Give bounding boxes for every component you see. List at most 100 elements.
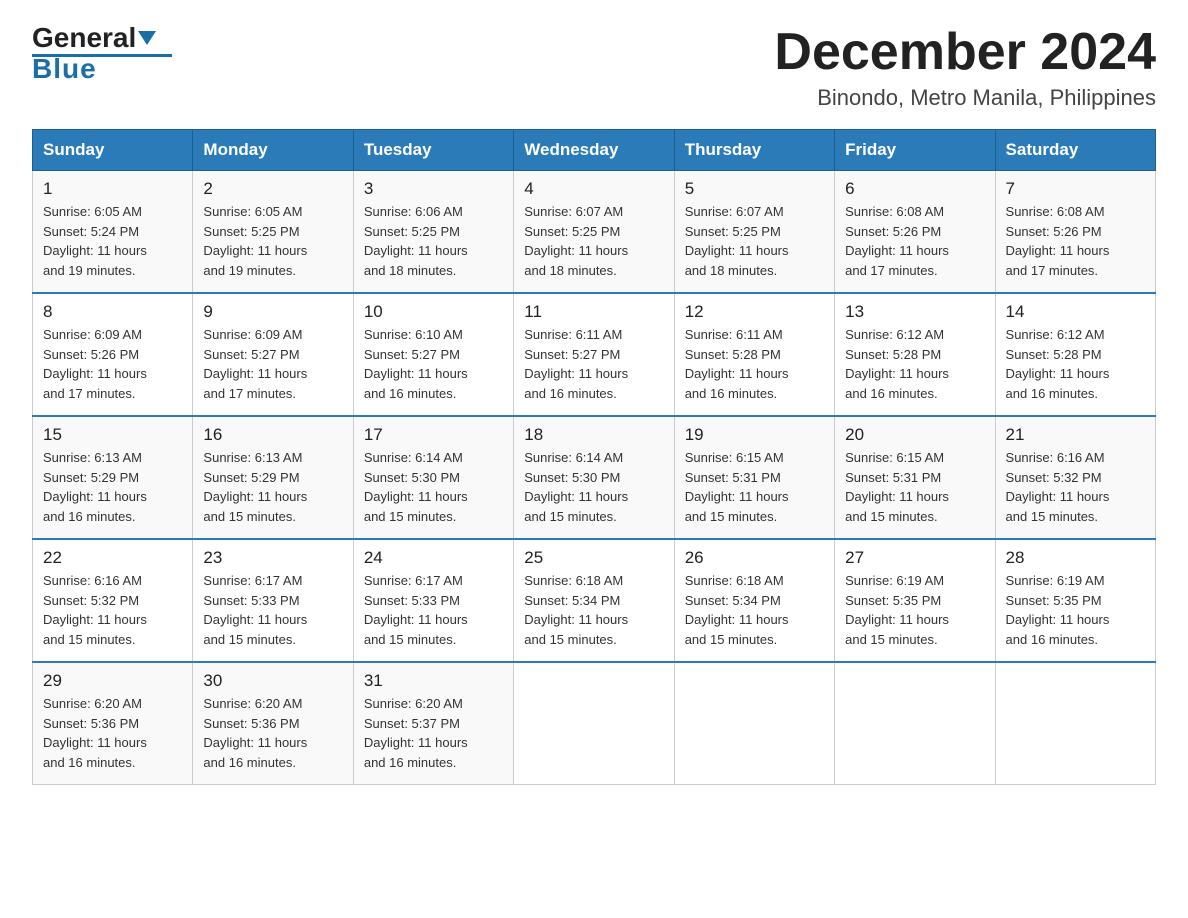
- calendar-cell: 26 Sunrise: 6:18 AMSunset: 5:34 PMDayligh…: [674, 539, 834, 662]
- calendar-week-row: 29 Sunrise: 6:20 AMSunset: 5:36 PMDayligh…: [33, 662, 1156, 785]
- logo-blue-text: Blue: [32, 53, 97, 85]
- page-title: December 2024: [774, 24, 1156, 81]
- day-number: 27: [845, 548, 984, 568]
- day-number: 15: [43, 425, 182, 445]
- logo: General Blue: [32, 24, 172, 85]
- day-info: Sunrise: 6:09 AMSunset: 5:26 PMDaylight:…: [43, 325, 182, 403]
- calendar-cell: 23 Sunrise: 6:17 AMSunset: 5:33 PMDayligh…: [193, 539, 353, 662]
- calendar-cell: 19 Sunrise: 6:15 AMSunset: 5:31 PMDayligh…: [674, 416, 834, 539]
- calendar-week-row: 15 Sunrise: 6:13 AMSunset: 5:29 PMDayligh…: [33, 416, 1156, 539]
- day-info: Sunrise: 6:08 AMSunset: 5:26 PMDaylight:…: [845, 202, 984, 280]
- day-number: 1: [43, 179, 182, 199]
- day-number: 28: [1006, 548, 1145, 568]
- day-number: 4: [524, 179, 663, 199]
- day-number: 11: [524, 302, 663, 322]
- calendar-cell: 29 Sunrise: 6:20 AMSunset: 5:36 PMDayligh…: [33, 662, 193, 785]
- day-info: Sunrise: 6:20 AMSunset: 5:36 PMDaylight:…: [203, 694, 342, 772]
- day-number: 24: [364, 548, 503, 568]
- calendar-cell: 20 Sunrise: 6:15 AMSunset: 5:31 PMDayligh…: [835, 416, 995, 539]
- day-number: 26: [685, 548, 824, 568]
- header-wednesday: Wednesday: [514, 130, 674, 171]
- day-info: Sunrise: 6:16 AMSunset: 5:32 PMDaylight:…: [43, 571, 182, 649]
- day-number: 30: [203, 671, 342, 691]
- day-info: Sunrise: 6:17 AMSunset: 5:33 PMDaylight:…: [203, 571, 342, 649]
- day-number: 12: [685, 302, 824, 322]
- day-number: 22: [43, 548, 182, 568]
- calendar-cell: 17 Sunrise: 6:14 AMSunset: 5:30 PMDayligh…: [353, 416, 513, 539]
- day-info: Sunrise: 6:15 AMSunset: 5:31 PMDaylight:…: [845, 448, 984, 526]
- calendar-cell: 16Sunrise: 6:13 AMSunset: 5:29 PMDayligh…: [193, 416, 353, 539]
- day-info: Sunrise: 6:19 AMSunset: 5:35 PMDaylight:…: [845, 571, 984, 649]
- day-info: Sunrise: 6:19 AMSunset: 5:35 PMDaylight:…: [1006, 571, 1145, 649]
- calendar-cell: 4 Sunrise: 6:07 AMSunset: 5:25 PMDaylight…: [514, 171, 674, 294]
- calendar-cell: [674, 662, 834, 785]
- calendar-cell: 22 Sunrise: 6:16 AMSunset: 5:32 PMDayligh…: [33, 539, 193, 662]
- page-subtitle: Binondo, Metro Manila, Philippines: [774, 85, 1156, 111]
- calendar-week-row: 1Sunrise: 6:05 AMSunset: 5:24 PMDaylight…: [33, 171, 1156, 294]
- logo-triangle-icon: [138, 31, 156, 45]
- day-number: 19: [685, 425, 824, 445]
- day-info: Sunrise: 6:09 AMSunset: 5:27 PMDaylight:…: [203, 325, 342, 403]
- day-info: Sunrise: 6:06 AMSunset: 5:25 PMDaylight:…: [364, 202, 503, 280]
- day-info: Sunrise: 6:20 AMSunset: 5:36 PMDaylight:…: [43, 694, 182, 772]
- day-number: 8: [43, 302, 182, 322]
- day-number: 10: [364, 302, 503, 322]
- day-number: 29: [43, 671, 182, 691]
- calendar-cell: 9 Sunrise: 6:09 AMSunset: 5:27 PMDaylight…: [193, 293, 353, 416]
- calendar-cell: 1Sunrise: 6:05 AMSunset: 5:24 PMDaylight…: [33, 171, 193, 294]
- day-number: 7: [1006, 179, 1145, 199]
- day-info: Sunrise: 6:07 AMSunset: 5:25 PMDaylight:…: [524, 202, 663, 280]
- day-info: Sunrise: 6:16 AMSunset: 5:32 PMDaylight:…: [1006, 448, 1145, 526]
- day-info: Sunrise: 6:12 AMSunset: 5:28 PMDaylight:…: [845, 325, 984, 403]
- calendar-cell: 3 Sunrise: 6:06 AMSunset: 5:25 PMDaylight…: [353, 171, 513, 294]
- day-number: 20: [845, 425, 984, 445]
- day-info: Sunrise: 6:13 AMSunset: 5:29 PMDaylight:…: [43, 448, 182, 526]
- title-area: December 2024 Binondo, Metro Manila, Phi…: [774, 24, 1156, 111]
- day-info: Sunrise: 6:18 AMSunset: 5:34 PMDaylight:…: [685, 571, 824, 649]
- header-thursday: Thursday: [674, 130, 834, 171]
- day-info: Sunrise: 6:18 AMSunset: 5:34 PMDaylight:…: [524, 571, 663, 649]
- day-info: Sunrise: 6:13 AMSunset: 5:29 PMDaylight:…: [203, 448, 342, 526]
- calendar-cell: 14Sunrise: 6:12 AMSunset: 5:28 PMDayligh…: [995, 293, 1155, 416]
- calendar-header-row: SundayMondayTuesdayWednesdayThursdayFrid…: [33, 130, 1156, 171]
- calendar-cell: 30 Sunrise: 6:20 AMSunset: 5:36 PMDayligh…: [193, 662, 353, 785]
- day-number: 9: [203, 302, 342, 322]
- day-number: 13: [845, 302, 984, 322]
- calendar-week-row: 8 Sunrise: 6:09 AMSunset: 5:26 PMDaylight…: [33, 293, 1156, 416]
- header-monday: Monday: [193, 130, 353, 171]
- day-info: Sunrise: 6:08 AMSunset: 5:26 PMDaylight:…: [1006, 202, 1145, 280]
- header-tuesday: Tuesday: [353, 130, 513, 171]
- calendar-cell: 6 Sunrise: 6:08 AMSunset: 5:26 PMDaylight…: [835, 171, 995, 294]
- day-info: Sunrise: 6:17 AMSunset: 5:33 PMDaylight:…: [364, 571, 503, 649]
- calendar-week-row: 22 Sunrise: 6:16 AMSunset: 5:32 PMDayligh…: [33, 539, 1156, 662]
- calendar-cell: 2 Sunrise: 6:05 AMSunset: 5:25 PMDaylight…: [193, 171, 353, 294]
- header-friday: Friday: [835, 130, 995, 171]
- day-info: Sunrise: 6:11 AMSunset: 5:27 PMDaylight:…: [524, 325, 663, 403]
- page-header: General Blue December 2024 Binondo, Metr…: [32, 24, 1156, 111]
- calendar-cell: 8 Sunrise: 6:09 AMSunset: 5:26 PMDaylight…: [33, 293, 193, 416]
- day-number: 2: [203, 179, 342, 199]
- day-number: 5: [685, 179, 824, 199]
- day-info: Sunrise: 6:10 AMSunset: 5:27 PMDaylight:…: [364, 325, 503, 403]
- day-number: 17: [364, 425, 503, 445]
- day-number: 3: [364, 179, 503, 199]
- day-info: Sunrise: 6:07 AMSunset: 5:25 PMDaylight:…: [685, 202, 824, 280]
- calendar-cell: [514, 662, 674, 785]
- calendar-cell: 24 Sunrise: 6:17 AMSunset: 5:33 PMDayligh…: [353, 539, 513, 662]
- day-info: Sunrise: 6:15 AMSunset: 5:31 PMDaylight:…: [685, 448, 824, 526]
- calendar-cell: 15 Sunrise: 6:13 AMSunset: 5:29 PMDayligh…: [33, 416, 193, 539]
- day-number: 23: [203, 548, 342, 568]
- header-saturday: Saturday: [995, 130, 1155, 171]
- day-number: 25: [524, 548, 663, 568]
- day-info: Sunrise: 6:14 AMSunset: 5:30 PMDaylight:…: [364, 448, 503, 526]
- day-info: Sunrise: 6:20 AMSunset: 5:37 PMDaylight:…: [364, 694, 503, 772]
- calendar-cell: 28 Sunrise: 6:19 AMSunset: 5:35 PMDayligh…: [995, 539, 1155, 662]
- calendar-cell: 7 Sunrise: 6:08 AMSunset: 5:26 PMDaylight…: [995, 171, 1155, 294]
- header-sunday: Sunday: [33, 130, 193, 171]
- day-info: Sunrise: 6:05 AMSunset: 5:25 PMDaylight:…: [203, 202, 342, 280]
- day-number: 6: [845, 179, 984, 199]
- calendar-table: SundayMondayTuesdayWednesdayThursdayFrid…: [32, 129, 1156, 785]
- calendar-cell: 21 Sunrise: 6:16 AMSunset: 5:32 PMDayligh…: [995, 416, 1155, 539]
- day-number: 18: [524, 425, 663, 445]
- day-number: 21: [1006, 425, 1145, 445]
